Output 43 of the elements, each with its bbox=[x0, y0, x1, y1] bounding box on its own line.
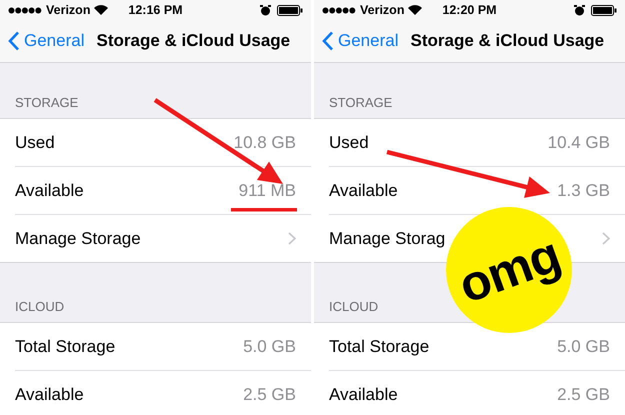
alarm-icon bbox=[260, 4, 271, 16]
section-header: ICLOUD bbox=[15, 299, 64, 314]
section-header: STORAGE bbox=[329, 95, 392, 110]
back-chevron-icon bbox=[8, 31, 20, 51]
row-label: Available bbox=[329, 180, 398, 200]
signal-icon bbox=[8, 6, 42, 14]
row-value: 911 MB bbox=[238, 180, 296, 200]
wifi-icon bbox=[408, 5, 422, 15]
underline-mark bbox=[231, 208, 297, 212]
row-value: 10.8 GB bbox=[234, 132, 296, 152]
wifi-icon bbox=[94, 5, 108, 15]
row-label: Total Storage bbox=[15, 336, 116, 356]
carrier-name: Verizon bbox=[46, 3, 90, 17]
back-chevron-icon bbox=[322, 31, 334, 51]
row-label: Available bbox=[15, 384, 84, 404]
status-time: 12:16 PM bbox=[128, 3, 183, 17]
signal-icon bbox=[322, 6, 356, 14]
chevron-icon bbox=[288, 232, 296, 245]
screen-title: Storage & iCloud Usage bbox=[410, 31, 604, 51]
row-label: Used bbox=[329, 132, 369, 152]
chevron-icon bbox=[602, 232, 610, 245]
row-label: Available bbox=[329, 384, 398, 404]
alarm-icon bbox=[574, 4, 585, 16]
row-value: 2.5 GB bbox=[243, 384, 296, 404]
screen-title: Storage & iCloud Usage bbox=[96, 31, 290, 51]
row-value: 5.0 GB bbox=[243, 336, 296, 356]
row-label: Manage Storag bbox=[329, 228, 446, 248]
back-link[interactable]: General bbox=[322, 31, 398, 51]
row-label: Used bbox=[15, 132, 55, 152]
row-value: 1.3 GB bbox=[557, 180, 610, 200]
section-header: ICLOUD bbox=[329, 299, 378, 314]
battery-icon bbox=[277, 4, 303, 16]
row-value: 10.4 GB bbox=[548, 132, 610, 152]
battery-icon bbox=[591, 4, 617, 16]
carrier-name: Verizon bbox=[360, 3, 404, 17]
row-label: Manage Storage bbox=[15, 228, 141, 248]
status-time: 12:20 PM bbox=[442, 3, 497, 17]
section-header: STORAGE bbox=[15, 95, 78, 110]
row-label: Total Storage bbox=[329, 336, 430, 356]
row-value: 2.5 GB bbox=[557, 384, 610, 404]
row-label: Available bbox=[15, 180, 84, 200]
back-link[interactable]: General bbox=[8, 31, 84, 51]
row-value: 5.0 GB bbox=[557, 336, 610, 356]
